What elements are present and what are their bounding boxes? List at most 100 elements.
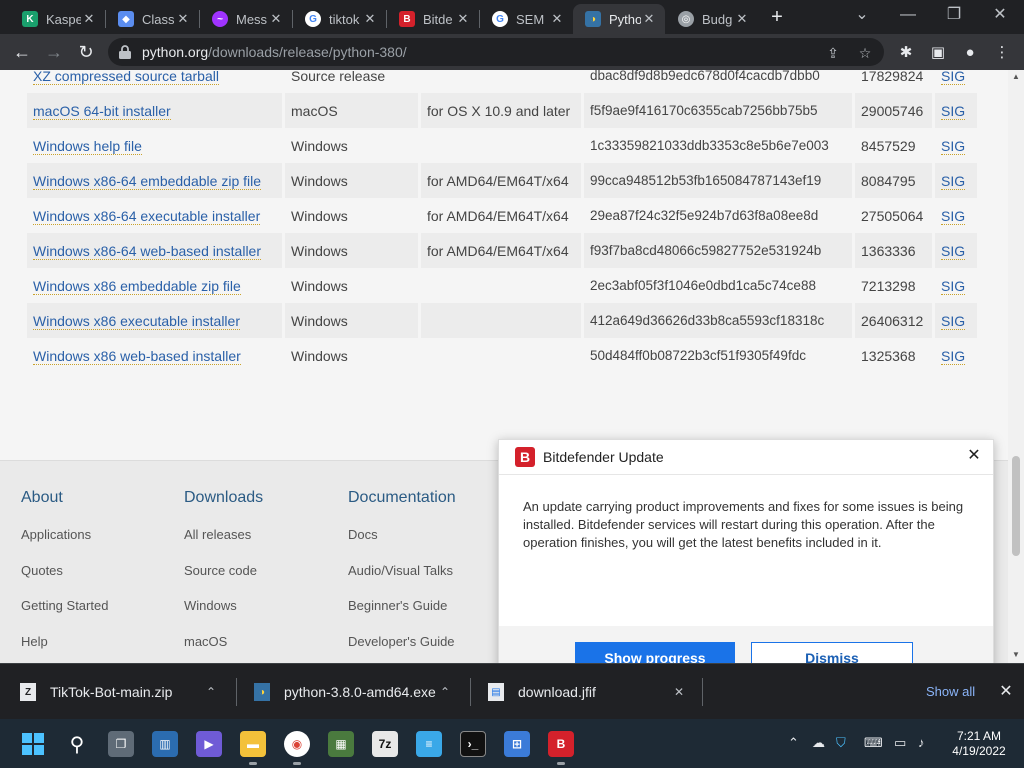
sig-link[interactable]: SIG xyxy=(941,172,966,190)
menu-icon[interactable]: ⋮ xyxy=(992,43,1012,63)
tab-sem[interactable]: G SEM ✕ xyxy=(480,4,573,34)
download-item[interactable]: ▤ download.jfif ✕ xyxy=(488,664,688,720)
display-icon[interactable]: ▭ xyxy=(894,735,906,751)
size-cell: 26406312 xyxy=(855,303,932,338)
tab-bitdefender[interactable]: B Bitde ✕ xyxy=(387,4,479,34)
windows-start-icon[interactable] xyxy=(20,731,46,757)
download-link[interactable]: Windows x86-64 embeddable zip file xyxy=(33,172,262,190)
download-link[interactable]: Windows x86 embeddable zip file xyxy=(33,277,241,295)
file-explorer-icon[interactable]: ▬ xyxy=(240,731,266,765)
download-link[interactable]: XZ compressed source tarball xyxy=(33,70,219,85)
footer-heading[interactable]: Downloads xyxy=(184,489,263,507)
download-item[interactable]: Z TikTok-Bot-main.zip ⌃ xyxy=(20,664,230,720)
footer-link[interactable]: Windows xyxy=(184,598,263,634)
restore-icon[interactable]: ❐ xyxy=(934,4,974,26)
close-shelf-icon[interactable]: ✕ xyxy=(996,682,1016,702)
new-tab-button[interactable]: + xyxy=(766,6,788,28)
teams-chat-icon[interactable]: ▶ xyxy=(196,731,222,757)
system-clock[interactable]: 7:21 AM 4/19/2022 xyxy=(944,729,1014,759)
sig-link[interactable]: SIG xyxy=(941,242,966,260)
tab-classroom[interactable]: ◆ Class ✕ xyxy=(106,4,199,34)
footer-link[interactable]: Quotes xyxy=(21,563,108,599)
keyboard-icon[interactable]: ⌨ xyxy=(864,735,883,751)
side-panel-icon[interactable]: ▣ xyxy=(928,43,948,63)
scroll-up-icon[interactable]: ▲ xyxy=(1008,72,1024,81)
footer-link[interactable]: Source code xyxy=(184,563,263,599)
download-item[interactable]: ◑ python-3.8.0-amd64.exe ⌃ xyxy=(254,664,464,720)
download-link[interactable]: Windows x86-64 web-based installer xyxy=(33,242,261,260)
close-icon[interactable]: ✕ xyxy=(734,11,750,27)
close-icon[interactable]: ✕ xyxy=(455,11,471,27)
tab-budget[interactable]: ◎ Budg ✕ xyxy=(666,4,758,34)
footer-link[interactable]: Help xyxy=(21,634,108,664)
profile-icon[interactable]: ● xyxy=(960,43,980,63)
address-bar[interactable]: python.org/downloads/release/python-380/… xyxy=(108,38,884,66)
footer-link[interactable]: All releases xyxy=(184,527,263,563)
footer-link[interactable]: Developer's Guide xyxy=(348,634,456,664)
minecraft-icon[interactable]: ▦ xyxy=(328,731,354,757)
download-link[interactable]: Windows x86-64 executable installer xyxy=(33,207,261,225)
close-icon[interactable]: ✕ xyxy=(81,11,97,27)
bitdefender-taskbar-icon[interactable]: B xyxy=(548,731,574,765)
close-icon[interactable]: ✕ xyxy=(175,11,191,27)
sig-link[interactable]: SIG xyxy=(941,70,966,85)
reload-icon[interactable]: ↻ xyxy=(74,40,98,64)
download-link[interactable]: macOS 64-bit installer xyxy=(33,102,171,120)
show-all-link[interactable]: Show all xyxy=(926,684,975,699)
volume-icon[interactable]: ♪ xyxy=(918,735,925,750)
image-file-icon: ▤ xyxy=(488,683,504,701)
widgets-icon[interactable]: ▥ xyxy=(152,731,178,757)
bookmark-star-icon[interactable]: ☆ xyxy=(856,44,874,62)
download-link[interactable]: Windows x86 executable installer xyxy=(33,312,240,330)
minimize-icon[interactable]: — xyxy=(888,4,928,26)
chevron-up-icon[interactable]: ⌃ xyxy=(440,685,450,699)
footer-heading[interactable]: About xyxy=(21,489,108,507)
back-icon[interactable]: ← xyxy=(10,40,34,64)
footer-heading[interactable]: Documentation xyxy=(348,489,456,507)
task-view-icon[interactable]: ❐ xyxy=(108,731,134,757)
dismiss-download-icon[interactable]: ✕ xyxy=(674,685,684,699)
7zip-icon[interactable]: 7z xyxy=(372,731,398,757)
footer-link[interactable]: Docs xyxy=(348,527,456,563)
footer-link[interactable]: Getting Started xyxy=(21,598,108,634)
chevron-up-icon[interactable]: ⌃ xyxy=(206,685,216,699)
tab-search-icon[interactable]: ⌄ xyxy=(842,4,882,26)
tab-tiktok[interactable]: G tiktok ✕ xyxy=(293,4,386,34)
store-icon[interactable]: ⊞ xyxy=(504,731,530,757)
forward-icon[interactable]: → xyxy=(42,40,66,64)
tab-kaspersky[interactable]: K Kaspe ✕ xyxy=(10,4,105,34)
table-row: Windows help file Windows 1c33359821033d… xyxy=(27,128,977,163)
close-icon[interactable]: ✕ xyxy=(641,11,657,27)
sig-link[interactable]: SIG xyxy=(941,312,966,330)
tab-python[interactable]: ◑ Pytho ✕ xyxy=(573,4,665,34)
close-icon[interactable]: ✕ xyxy=(549,11,565,27)
notepad-icon[interactable]: ≡ xyxy=(416,731,442,757)
page-scrollbar[interactable]: ▲ ▼ xyxy=(1008,70,1024,663)
sig-link[interactable]: SIG xyxy=(941,102,966,120)
sig-link[interactable]: SIG xyxy=(941,347,966,365)
chrome-icon[interactable]: ◉ xyxy=(284,731,310,765)
sig-link[interactable]: SIG xyxy=(941,207,966,225)
download-link[interactable]: Windows x86 web-based installer xyxy=(33,347,241,365)
network-offline-icon[interactable]: ☁ xyxy=(812,735,825,751)
footer-link[interactable]: macOS xyxy=(184,634,263,664)
scroll-down-icon[interactable]: ▼ xyxy=(1008,650,1024,659)
close-icon[interactable]: ✕ xyxy=(362,11,378,27)
close-icon[interactable]: ✕ xyxy=(268,11,284,27)
footer-link[interactable]: Audio/Visual Talks xyxy=(348,563,456,599)
extensions-icon[interactable]: ✱ xyxy=(896,43,916,63)
download-link[interactable]: Windows help file xyxy=(33,137,142,155)
tray-overflow-icon[interactable]: ⌃ xyxy=(788,735,799,751)
footer-link[interactable]: Applications xyxy=(21,527,108,563)
security-shield-icon[interactable]: ⛉ xyxy=(836,735,846,751)
window-close-icon[interactable]: ✕ xyxy=(980,4,1020,26)
share-icon[interactable]: ⇪ xyxy=(824,44,842,62)
tab-messenger[interactable]: ~ Mess ✕ xyxy=(200,4,292,34)
scrollbar-thumb[interactable] xyxy=(1012,456,1020,556)
sig-link[interactable]: SIG xyxy=(941,277,966,295)
terminal-icon[interactable]: ›_ xyxy=(460,731,486,757)
search-icon[interactable]: ⚲ xyxy=(64,731,90,757)
close-icon[interactable]: ✕ xyxy=(965,447,983,465)
sig-link[interactable]: SIG xyxy=(941,137,966,155)
footer-link[interactable]: Beginner's Guide xyxy=(348,598,456,634)
